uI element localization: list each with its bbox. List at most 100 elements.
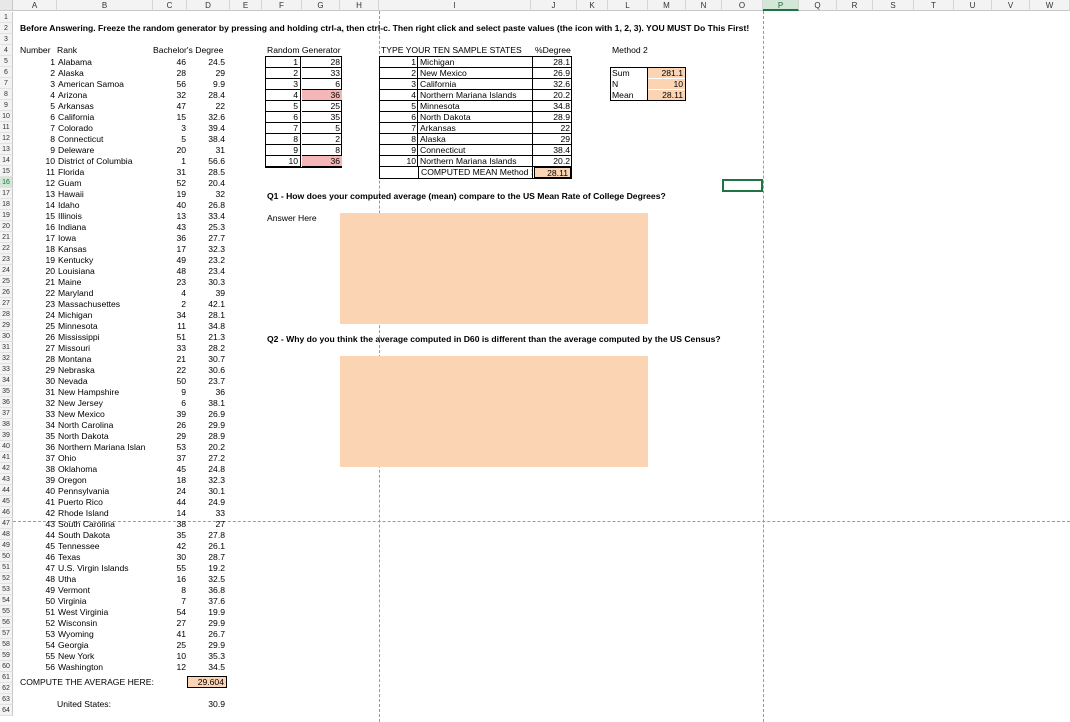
row-header[interactable]: 59 <box>0 650 13 661</box>
sample-state[interactable]: New Mexico <box>418 68 533 79</box>
column-header[interactable]: L <box>608 0 648 11</box>
column-header[interactable]: B <box>57 0 153 11</box>
row-header[interactable]: 64 <box>0 705 13 716</box>
row-header[interactable]: 2 <box>0 23 13 34</box>
row-header[interactable]: 27 <box>0 298 13 309</box>
column-header[interactable]: E <box>230 0 262 11</box>
column-header[interactable]: O <box>722 0 763 11</box>
row-header[interactable]: 20 <box>0 221 13 232</box>
answer-box-q1[interactable] <box>340 213 648 324</box>
column-header[interactable]: A <box>13 0 57 11</box>
column-header[interactable]: D <box>187 0 230 11</box>
column-header[interactable]: N <box>686 0 722 11</box>
column-header[interactable]: T <box>914 0 954 11</box>
row-header[interactable]: 48 <box>0 529 13 540</box>
column-header[interactable]: K <box>577 0 608 11</box>
row-header[interactable]: 8 <box>0 89 13 100</box>
row-header[interactable]: 32 <box>0 353 13 364</box>
row-header[interactable]: 18 <box>0 199 13 210</box>
row-header[interactable]: 10 <box>0 111 13 122</box>
row-header[interactable]: 36 <box>0 397 13 408</box>
row-header[interactable]: 46 <box>0 507 13 518</box>
row-header[interactable]: 5 <box>0 56 13 67</box>
row-header[interactable]: 24 <box>0 265 13 276</box>
row-header[interactable]: 6 <box>0 67 13 78</box>
computed-mean-cell[interactable]: 28.11 <box>534 167 571 178</box>
row-header[interactable]: 51 <box>0 562 13 573</box>
row-header[interactable]: 35 <box>0 386 13 397</box>
column-header[interactable]: I <box>379 0 531 11</box>
answer-box-q2[interactable] <box>340 356 648 467</box>
row-header[interactable]: 55 <box>0 606 13 617</box>
row-header[interactable]: 45 <box>0 496 13 507</box>
row-header[interactable]: 17 <box>0 188 13 199</box>
row-header[interactable]: 58 <box>0 639 13 650</box>
column-header[interactable]: F <box>262 0 302 11</box>
column-header[interactable]: M <box>648 0 686 11</box>
column-header[interactable]: W <box>1030 0 1070 11</box>
row-header[interactable]: 61 <box>0 672 13 683</box>
method2-mean-cell[interactable]: 28.11 <box>648 90 685 100</box>
column-header[interactable]: S <box>873 0 914 11</box>
row-header[interactable]: 34 <box>0 375 13 386</box>
row-header[interactable]: 9 <box>0 100 13 111</box>
row-header[interactable]: 12 <box>0 133 13 144</box>
sample-state[interactable]: Northern Mariana Islands <box>418 156 533 167</box>
row-header[interactable]: 41 <box>0 452 13 463</box>
row-header[interactable]: 31 <box>0 342 13 353</box>
row-header[interactable]: 4 <box>0 45 13 56</box>
column-header[interactable]: Q <box>799 0 837 11</box>
row-header[interactable]: 13 <box>0 144 13 155</box>
row-header[interactable]: 43 <box>0 474 13 485</box>
column-header[interactable]: V <box>992 0 1030 11</box>
column-header[interactable]: C <box>153 0 187 11</box>
row-header[interactable]: 53 <box>0 584 13 595</box>
row-header[interactable]: 37 <box>0 408 13 419</box>
row-header[interactable]: 29 <box>0 320 13 331</box>
sample-state[interactable]: Arkansas <box>418 123 533 134</box>
sample-state[interactable]: Northern Mariana Islands <box>418 90 533 101</box>
row-header[interactable]: 30 <box>0 331 13 342</box>
compute-average-cell[interactable]: 29.604 <box>187 676 227 688</box>
row-header[interactable]: 19 <box>0 210 13 221</box>
row-header[interactable]: 22 <box>0 243 13 254</box>
sample-state[interactable]: Connecticut <box>418 145 533 156</box>
row-header[interactable]: 21 <box>0 232 13 243</box>
row-header[interactable]: 14 <box>0 155 13 166</box>
row-header[interactable]: 63 <box>0 694 13 705</box>
row-header[interactable]: 40 <box>0 441 13 452</box>
row-header[interactable]: 26 <box>0 287 13 298</box>
method2-sum-cell[interactable]: 281.1 <box>648 68 685 78</box>
row-header[interactable]: 16 <box>0 177 13 188</box>
method2-n-cell[interactable]: 10 <box>648 79 685 89</box>
column-header[interactable]: G <box>302 0 340 11</box>
sample-state[interactable]: Minnesota <box>418 101 533 112</box>
row-header[interactable]: 25 <box>0 276 13 287</box>
row-header[interactable]: 52 <box>0 573 13 584</box>
column-header[interactable]: U <box>954 0 992 11</box>
row-header[interactable]: 33 <box>0 364 13 375</box>
sample-state[interactable]: California <box>418 79 533 90</box>
row-header[interactable]: 28 <box>0 309 13 320</box>
row-header[interactable]: 44 <box>0 485 13 496</box>
row-header[interactable]: 54 <box>0 595 13 606</box>
row-header[interactable]: 11 <box>0 122 13 133</box>
row-header[interactable]: 57 <box>0 628 13 639</box>
row-header[interactable]: 23 <box>0 254 13 265</box>
select-all-corner[interactable] <box>0 0 13 11</box>
row-header[interactable]: 7 <box>0 78 13 89</box>
row-header[interactable]: 60 <box>0 661 13 672</box>
row-header[interactable]: 62 <box>0 683 13 694</box>
column-header[interactable]: H <box>340 0 379 11</box>
sample-state[interactable]: Alaska <box>418 134 533 145</box>
sample-state[interactable]: Michigan <box>418 57 533 68</box>
row-header[interactable]: 49 <box>0 540 13 551</box>
row-header[interactable]: 39 <box>0 430 13 441</box>
column-header[interactable]: J <box>531 0 577 11</box>
row-header[interactable]: 3 <box>0 34 13 45</box>
row-header[interactable]: 38 <box>0 419 13 430</box>
row-header[interactable]: 15 <box>0 166 13 177</box>
row-header[interactable]: 42 <box>0 463 13 474</box>
row-header[interactable]: 47 <box>0 518 13 529</box>
sample-state[interactable]: North Dakota <box>418 112 533 123</box>
